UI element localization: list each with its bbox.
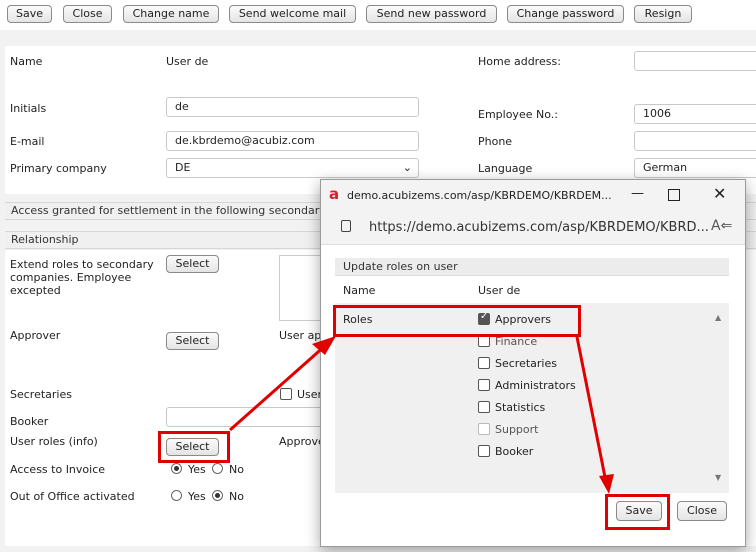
booker-field[interactable] xyxy=(166,407,326,427)
name-label: Name xyxy=(10,55,43,68)
primary-company-label: Primary company xyxy=(10,162,107,175)
roles-dialog: Update roles on user Name User de Roles … xyxy=(335,258,729,520)
initials-field[interactable]: de xyxy=(166,97,419,117)
approve-label: Approve xyxy=(279,435,325,448)
home-address-field[interactable] xyxy=(634,51,756,71)
chevron-down-icon: ⌄ xyxy=(402,161,412,174)
role-checkbox[interactable] xyxy=(478,379,490,391)
role-checkbox[interactable] xyxy=(478,357,490,369)
toolbar: Save Close Change name Send welcome mail… xyxy=(0,0,756,30)
change-password-button[interactable]: Change password xyxy=(507,5,624,23)
scroll-up-icon[interactable]: ▲ xyxy=(715,313,721,322)
roles-approvers-highlight xyxy=(333,305,581,337)
lock-icon xyxy=(341,220,351,232)
secretaries-label: Secretaries xyxy=(10,388,72,401)
secretaries-user-label: User xyxy=(297,388,323,401)
scroll-down-icon[interactable]: ▼ xyxy=(715,473,721,482)
access-invoice-yes-radio[interactable] xyxy=(171,463,182,474)
user-approver-label: User ap xyxy=(279,329,322,342)
popup-title: demo.acubizems.com/asp/KBRDEMO/KBRDEM... xyxy=(347,189,612,202)
out-of-office-no-radio[interactable] xyxy=(212,490,223,501)
popup-close-button[interactable]: Close xyxy=(677,501,727,521)
employee-no-field[interactable]: 1006 xyxy=(634,104,756,124)
role-label: Secretaries xyxy=(495,357,557,370)
update-roles-title: Update roles on user xyxy=(343,260,458,273)
access-invoice-label: Access to Invoice xyxy=(10,463,106,476)
close-button[interactable]: Close xyxy=(63,5,112,23)
approver-select-button[interactable]: Select xyxy=(166,332,219,350)
select-button-highlight xyxy=(158,431,230,463)
language-label: Language xyxy=(478,162,533,175)
change-name-button[interactable]: Change name xyxy=(123,5,219,23)
access-invoice-no-label: No xyxy=(229,463,244,476)
out-of-office-yes-radio[interactable] xyxy=(171,490,182,501)
employee-no-label: Employee No.: xyxy=(478,108,558,121)
role-label: Statistics xyxy=(495,401,546,414)
out-of-office-no-label: No xyxy=(229,490,244,503)
popup-address-bar: https://demo.acubizems.com/asp/KBRDEMO/K… xyxy=(321,212,745,245)
role-label: Administrators xyxy=(495,379,576,392)
phone-label: Phone xyxy=(478,135,513,148)
role-checkbox[interactable] xyxy=(478,401,490,413)
initials-label: Initials xyxy=(10,102,47,115)
col-user-header: User de xyxy=(478,284,521,297)
access-invoice-no-radio[interactable] xyxy=(212,463,223,474)
extend-roles-select-button[interactable]: Select xyxy=(166,255,219,273)
booker-label: Booker xyxy=(10,415,49,428)
save-button[interactable]: Save xyxy=(7,5,52,23)
name-value: User de xyxy=(166,55,209,68)
read-aloud-icon[interactable]: A⇐ xyxy=(711,218,732,234)
acubiz-logo-icon: a xyxy=(329,185,340,203)
secretaries-user-checkbox[interactable] xyxy=(280,388,292,400)
popup-window: a demo.acubizems.com/asp/KBRDEMO/KBRDEM.… xyxy=(320,179,746,547)
send-welcome-mail-button[interactable]: Send welcome mail xyxy=(229,5,356,23)
resign-button[interactable]: Resign xyxy=(634,5,692,23)
maximize-icon[interactable] xyxy=(668,189,680,201)
approver-label: Approver xyxy=(10,329,61,342)
language-select[interactable]: German xyxy=(634,158,756,178)
primary-company-value: DE xyxy=(175,161,191,174)
email-label: E-mail xyxy=(10,135,45,148)
col-name-header: Name xyxy=(343,284,376,297)
user-roles-label: User roles (info) xyxy=(10,435,98,448)
home-address-label: Home address: xyxy=(478,55,561,68)
send-new-password-button[interactable]: Send new password xyxy=(366,5,497,23)
email-field[interactable]: de.kbrdemo@acubiz.com xyxy=(166,131,419,151)
primary-company-select[interactable]: DE ⌄ xyxy=(166,158,419,178)
close-window-icon[interactable]: ✕ xyxy=(713,184,726,203)
role-label: Booker xyxy=(495,445,534,458)
popup-save-highlight xyxy=(605,494,670,530)
role-label: Support xyxy=(495,423,539,436)
out-of-office-yes-label: Yes xyxy=(188,490,206,503)
role-checkbox[interactable] xyxy=(478,445,490,457)
role-checkbox[interactable] xyxy=(478,423,490,435)
out-of-office-label: Out of Office activated xyxy=(10,490,135,503)
phone-field[interactable] xyxy=(634,131,756,151)
extend-roles-label: Extend roles to secondary companies. Emp… xyxy=(10,258,154,297)
update-roles-header: Update roles on user xyxy=(335,258,729,276)
access-invoice-yes-label: Yes xyxy=(188,463,206,476)
minimize-icon[interactable]: — xyxy=(631,186,644,201)
popup-url[interactable]: https://demo.acubizems.com/asp/KBRDEMO/K… xyxy=(369,220,709,235)
popup-title-bar: a demo.acubizems.com/asp/KBRDEMO/KBRDEM.… xyxy=(321,180,745,212)
